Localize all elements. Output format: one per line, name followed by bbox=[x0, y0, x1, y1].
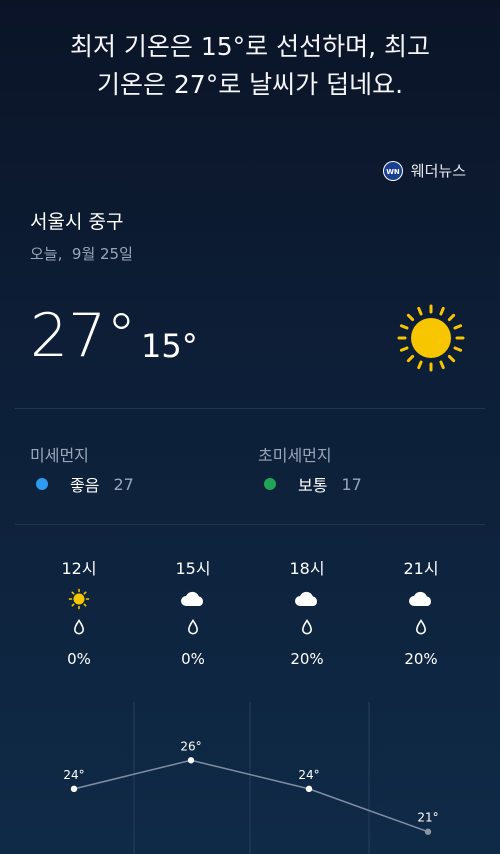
fine-dust-value: 27 bbox=[113, 474, 134, 494]
provider-name: 웨더뉴스 bbox=[410, 162, 466, 180]
hourly-item[interactable]: 15시 0% bbox=[148, 558, 238, 668]
raindrop-icon bbox=[34, 618, 124, 636]
temperature-line bbox=[73, 759, 429, 833]
sun-icon bbox=[34, 588, 124, 610]
provider-link[interactable]: WN 웨더뉴스 bbox=[382, 160, 466, 181]
cloud-icon bbox=[148, 588, 238, 610]
precipitation-probability: 0% bbox=[67, 650, 91, 668]
ultrafine-dust-title: 초미세먼지 bbox=[258, 446, 332, 465]
low-temperature: 15° bbox=[141, 327, 198, 365]
sun-icon bbox=[397, 304, 465, 372]
weathernews-logo-icon: WN bbox=[382, 160, 403, 181]
precipitation-probability: 0% bbox=[181, 650, 205, 668]
headline-line-2: 기온은 27°로 날씨가 덥네요. bbox=[96, 70, 404, 99]
fine-dust-status-dot bbox=[36, 478, 48, 490]
hourly-temperature-graph: 24° 26° 24° 21° bbox=[63, 702, 439, 854]
fine-dust-title: 미세먼지 bbox=[30, 446, 89, 465]
raindrop-icon bbox=[376, 618, 466, 636]
ultrafine-dust-status-dot bbox=[264, 478, 276, 490]
hourly-item[interactable]: 21시 20% bbox=[376, 558, 466, 668]
precipitation-probability: 20% bbox=[290, 650, 324, 668]
precipitation-probability: 20% bbox=[404, 650, 438, 668]
hour-time: 18시 bbox=[289, 559, 325, 578]
hourly-item[interactable]: 18시 20% bbox=[262, 558, 352, 668]
high-temperature: 27° bbox=[30, 301, 137, 371]
fine-dust-status: 좋음 bbox=[70, 476, 100, 495]
divider bbox=[15, 408, 485, 409]
cloud-icon bbox=[376, 588, 466, 610]
ultrafine-dust-row[interactable]: 보통 17 bbox=[264, 472, 362, 496]
temperature-label: 21° bbox=[417, 811, 438, 825]
temperature-label: 26° bbox=[180, 739, 201, 753]
temperature-label: 24° bbox=[298, 768, 319, 782]
hour-time: 12시 bbox=[61, 559, 97, 578]
svg-text:WN: WN bbox=[386, 168, 400, 176]
ultrafine-dust-status: 보통 bbox=[298, 476, 328, 495]
temperature-point bbox=[70, 785, 78, 793]
fine-dust-row[interactable]: 좋음 27 bbox=[36, 472, 134, 496]
ultrafine-dust-value: 17 bbox=[341, 474, 362, 494]
divider bbox=[15, 524, 485, 525]
raindrop-icon bbox=[148, 618, 238, 636]
temperature-point bbox=[187, 757, 195, 764]
date-label: 오늘, 9월 25일 bbox=[30, 245, 133, 263]
temperature-point bbox=[305, 785, 313, 793]
headline-line-1: 최저 기온은 15°로 선선하며, 최고 bbox=[69, 32, 431, 61]
hour-time: 21시 bbox=[403, 559, 439, 578]
graph-gridlines bbox=[133, 702, 370, 854]
cloud-icon bbox=[262, 588, 352, 610]
temperature-point bbox=[424, 828, 432, 835]
raindrop-icon bbox=[262, 618, 352, 636]
hour-time: 15시 bbox=[175, 559, 211, 578]
temperature-label: 24° bbox=[63, 768, 84, 782]
location-label: 서울시 중구 bbox=[30, 211, 124, 233]
hourly-item[interactable]: 12시 0% bbox=[34, 558, 124, 668]
weather-summary-headline: 최저 기온은 15°로 선선하며, 최고 기온은 27°로 날씨가 덥네요. bbox=[0, 28, 500, 104]
